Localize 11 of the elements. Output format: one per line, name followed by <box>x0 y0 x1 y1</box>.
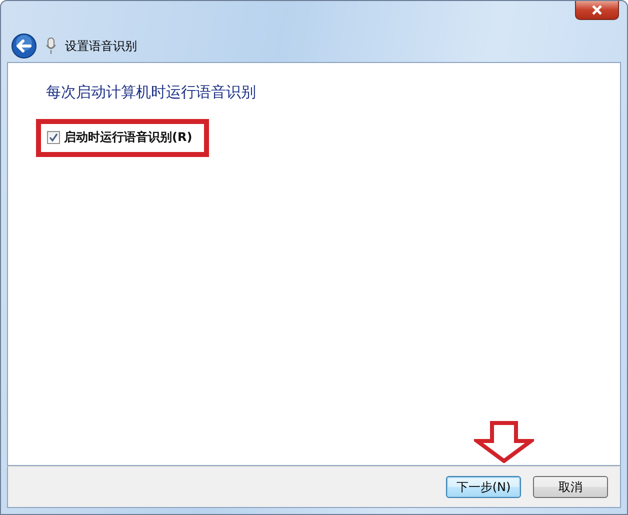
page-heading: 每次启动计算机时运行语音识别 <box>46 83 257 102</box>
next-button[interactable]: 下一步(N) <box>446 476 521 498</box>
microphone-icon <box>45 37 57 55</box>
close-button[interactable] <box>575 1 619 20</box>
startup-checkbox[interactable] <box>47 131 60 144</box>
down-arrow-icon <box>474 421 534 463</box>
checkbox-label: 启动时运行语音识别(R) <box>64 129 192 146</box>
close-icon <box>591 5 603 15</box>
window-title: 设置语音识别 <box>65 38 137 54</box>
back-button[interactable] <box>11 33 37 59</box>
cancel-button[interactable]: 取消 <box>533 476 608 498</box>
